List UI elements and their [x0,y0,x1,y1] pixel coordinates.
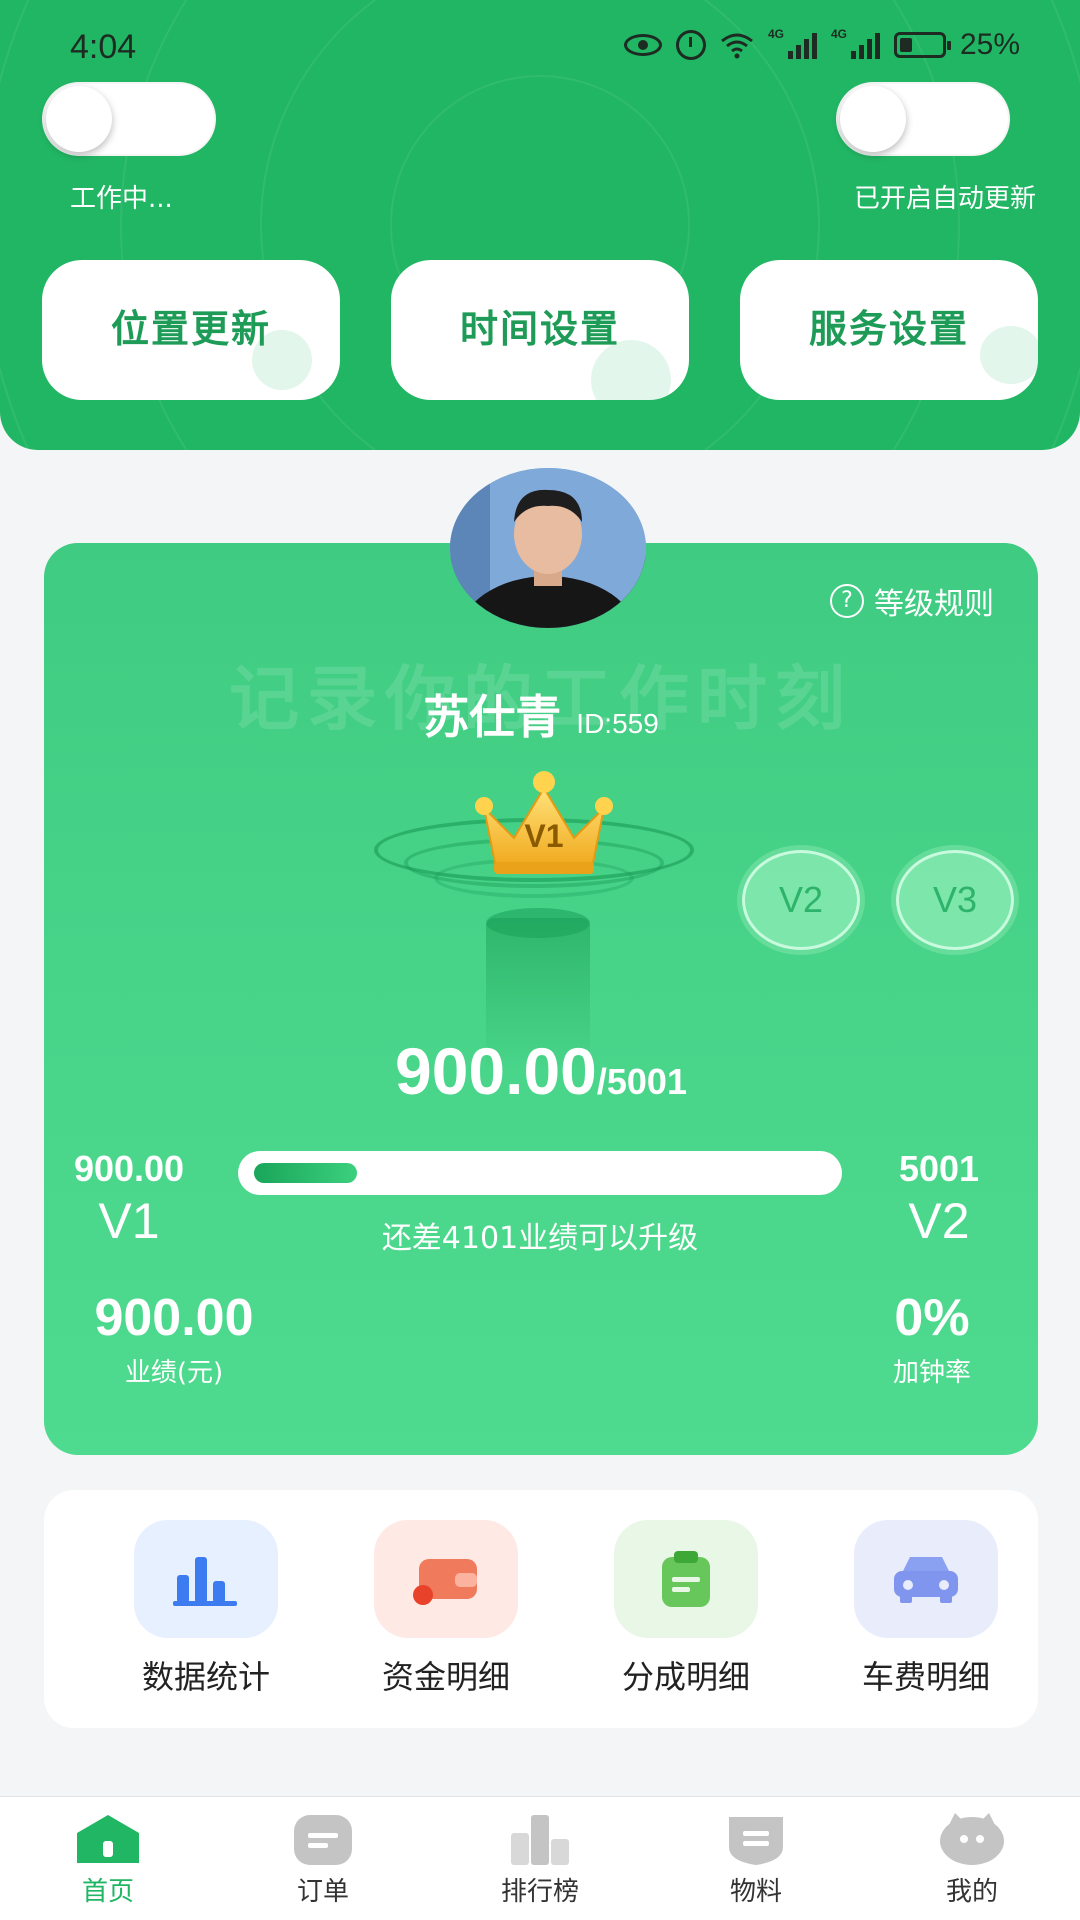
data-statistics-label: 数据统计 [141,1658,270,1696]
current-level-label: V1 [524,818,564,854]
current-level-name: V1 [98,1193,160,1249]
level-stage: V1 [374,758,714,1078]
crown-icon: V1 [474,768,614,878]
toggle-knob [840,86,906,152]
auto-update-toggle[interactable] [836,82,1010,156]
signal-4g-icon: 4G [768,27,817,59]
tab-ranking[interactable]: 排行榜 [470,1811,610,1908]
tab-profile[interactable]: 我的 [902,1811,1042,1908]
car-icon [854,1520,998,1638]
current-level-value: 900.00 [73,1148,185,1189]
tab-ranking-label: 排行榜 [500,1877,579,1907]
status-icons: 4G 4G 25% [623,27,1020,62]
order-icon [288,1811,358,1867]
overtime-rate-value: 0% [894,1289,970,1347]
ranking-icon [505,1811,575,1867]
wallet-icon [374,1520,518,1638]
level-badge-v3[interactable]: V3 [896,850,1014,950]
service-settings-button[interactable]: 服务设置 [740,260,1038,400]
commission-detail-item[interactable]: 分成明细 [586,1520,786,1698]
performance-label: 业绩(元) [124,1358,224,1388]
battery-percent: 25% [959,28,1020,61]
user-name-row: 苏仕青 ID:559 [44,681,1038,747]
avatar[interactable] [450,468,646,628]
tab-home-label: 首页 [81,1877,134,1907]
level-card: 记录你的工作时刻 ? 等级规则 苏仕青 ID:559 V1 V2 V3 900.… [44,543,1038,1455]
bar-chart-icon [134,1520,278,1638]
toggle-knob [46,86,112,152]
progress-hint: 还差4101业绩可以升级 [381,1221,699,1256]
home-icon [73,1811,143,1867]
work-status-label: 工作中... [70,184,173,214]
commission-detail-label: 分成明细 [621,1658,750,1696]
quick-menu: 数据统计 资金明细 分成明细 车费明细 [44,1490,1038,1728]
funds-detail-label: 资金明细 [381,1658,510,1696]
user-id: ID:559 [576,708,659,739]
performance-stat: 900.00 业绩(元) [74,1288,274,1389]
score-row: 900.00/5001 [44,1033,1038,1109]
next-level-block: 5001 V2 [854,1148,1024,1250]
level-rules-label: 等级规则 [874,587,994,622]
location-update-button[interactable]: 位置更新 [42,260,340,400]
level-progress-fill [254,1163,357,1183]
overtime-rate-label: 加钟率 [892,1358,971,1388]
help-icon: ? [830,584,864,618]
level-rules-link[interactable]: ? 等级规则 [830,579,994,623]
current-level-block: 900.00 V1 [44,1148,214,1250]
service-settings-label: 服务设置 [808,306,969,351]
funds-detail-item[interactable]: 资金明细 [346,1520,546,1698]
eye-icon [623,34,662,56]
data-statistics-item[interactable]: 数据统计 [106,1520,306,1698]
location-update-label: 位置更新 [110,306,271,351]
pedestal-top [486,908,590,938]
tab-materials-label: 物料 [729,1877,782,1907]
next-level-value: 5001 [898,1148,980,1189]
level-badge-v2[interactable]: V2 [742,850,860,950]
time-settings-button[interactable]: 时间设置 [391,260,689,400]
tab-profile-label: 我的 [945,1877,998,1907]
fare-detail-item[interactable]: 车费明细 [826,1520,1026,1698]
tab-home[interactable]: 首页 [38,1811,178,1908]
score-value: 900.00 [395,1034,597,1108]
alarm-icon [675,30,706,60]
auto-update-label: 已开启自动更新 [853,184,1036,214]
status-time: 4:04 [70,28,137,66]
tab-orders-label: 订单 [296,1877,349,1907]
next-level-name: V2 [908,1193,970,1249]
time-settings-label: 时间设置 [459,306,620,351]
wifi-icon [720,31,754,59]
tab-orders[interactable]: 订单 [253,1811,393,1908]
signal-4g-icon: 4G [831,27,880,59]
user-name: 苏仕青 [423,690,562,744]
overtime-rate-stat: 0% 加钟率 [862,1288,1002,1389]
performance-value: 900.00 [94,1289,254,1347]
material-icon [721,1811,791,1867]
fare-detail-label: 车费明细 [861,1658,990,1696]
header-panel: 4:04 4G 4G 25% 工作中... 已开启自动更新 位置更新 时间设置 … [0,0,1080,450]
profile-icon [937,1811,1007,1867]
level-progress-bar [238,1151,842,1195]
bottom-tab-bar: 首页 订单 排行榜 物料 我的 [0,1796,1080,1920]
battery-icon [893,32,951,58]
clipboard-icon [614,1520,758,1638]
tab-materials[interactable]: 物料 [686,1811,826,1908]
work-status-toggle[interactable] [42,82,216,156]
heart-icon [980,326,1038,384]
score-target: /5001 [596,1061,687,1102]
